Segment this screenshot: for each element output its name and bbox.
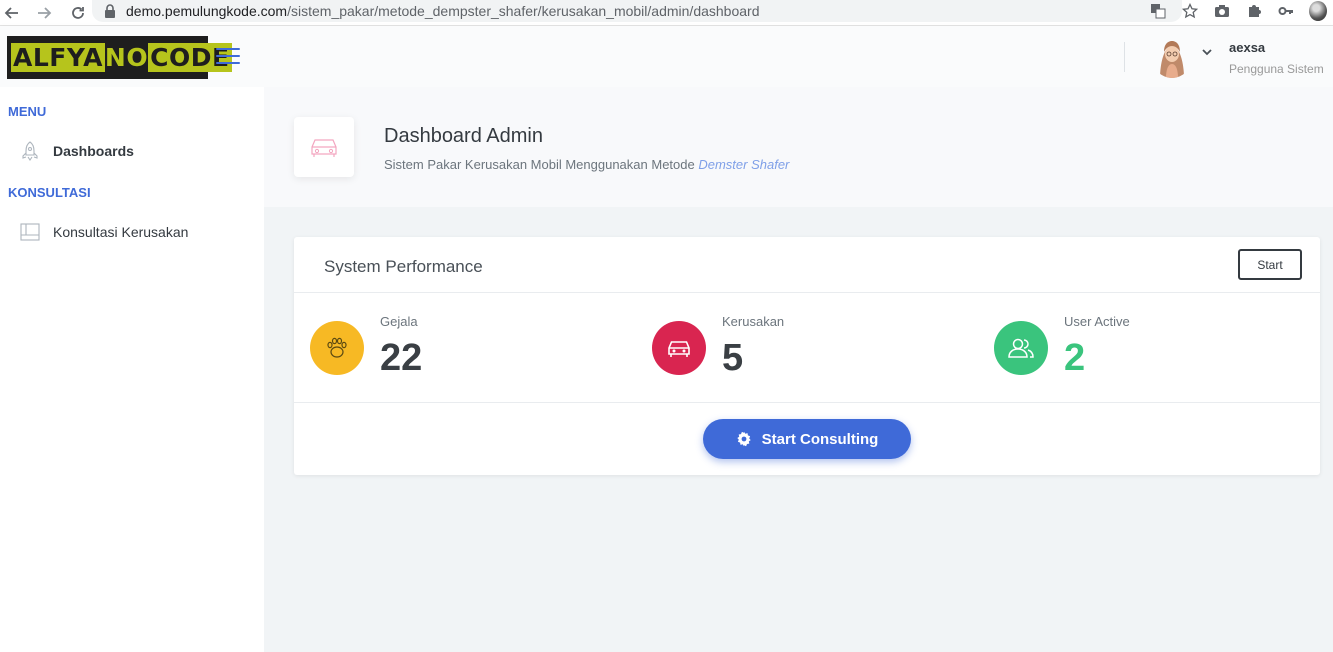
stat-value: 2 <box>1064 337 1086 379</box>
profile-icon[interactable] <box>1309 1 1327 21</box>
card-header: System Performance Start <box>294 237 1320 293</box>
gear-icon <box>736 431 752 447</box>
start-button[interactable]: Start <box>1238 249 1302 280</box>
logo-part-2: NO <box>104 43 149 72</box>
page-subtitle-emphasis: Demster Shafer <box>698 157 790 172</box>
translate-icon[interactable] <box>1149 2 1167 20</box>
sidebar-item-label: Dashboards <box>53 143 134 159</box>
page-subtitle: Sistem Pakar Kerusakan Mobil Menggunakan… <box>384 157 789 172</box>
stat-value: 22 <box>380 337 423 379</box>
car-icon <box>652 321 706 375</box>
start-consulting-button[interactable]: Start Consulting <box>703 419 911 459</box>
user-role: Pengguna Sistem <box>1229 62 1324 76</box>
page-subtitle-text: Sistem Pakar Kerusakan Mobil Menggunakan… <box>384 157 695 172</box>
system-performance-card: System Performance Start Gejala 22 Kerus… <box>294 237 1320 475</box>
camera-icon[interactable] <box>1213 2 1231 20</box>
card-title: System Performance <box>324 257 483 276</box>
url-host: demo.pemulungkode.com <box>126 3 288 19</box>
browser-toolbar: demo.pemulungkode.com/sistem_pakar/metod… <box>0 0 1333 26</box>
lock-icon <box>104 4 116 18</box>
start-consulting-label: Start Consulting <box>761 430 879 448</box>
sidebar: MENU Dashboards KONSULTASI Konsultasi Ke… <box>0 87 264 652</box>
sidebar-item-dashboards[interactable]: Dashboards <box>18 140 134 162</box>
page-title-bar: Dashboard Admin Sistem Pakar Kerusakan M… <box>264 87 1333 207</box>
stat-label: User Active <box>1064 314 1130 329</box>
chevron-down-icon[interactable] <box>1202 48 1212 59</box>
stat-user-active: User Active 2 <box>978 293 1320 403</box>
browser-window-icon <box>18 221 42 243</box>
reload-icon[interactable] <box>66 1 90 25</box>
logo[interactable]: ALFYANOCODE <box>7 36 232 79</box>
address-bar[interactable]: demo.pemulungkode.com/sistem_pakar/metod… <box>92 0 1182 22</box>
car-icon <box>294 117 354 177</box>
users-icon <box>994 321 1048 375</box>
stat-gejala: Gejala 22 <box>294 293 636 403</box>
header-divider <box>1124 42 1125 72</box>
stat-label: Kerusakan <box>722 314 785 329</box>
paw-icon <box>310 321 364 375</box>
url-text: demo.pemulungkode.com/sistem_pakar/metod… <box>126 3 759 19</box>
forward-arrow-icon[interactable] <box>32 1 56 25</box>
stat-kerusakan: Kerusakan 5 <box>636 293 978 403</box>
stat-label: Gejala <box>380 314 418 329</box>
rocket-icon <box>18 140 42 162</box>
hamburger-menu-icon[interactable] <box>216 48 240 64</box>
browser-extensions <box>1149 0 1327 22</box>
sidebar-heading-menu: MENU <box>8 104 47 119</box>
logo-text: ALFYANOCODE <box>11 43 232 72</box>
stat-value: 5 <box>722 337 744 379</box>
app-header: ALFYANOCODE aexsa Pengguna Sistem <box>0 26 1333 87</box>
key-icon[interactable] <box>1277 2 1295 20</box>
avatar[interactable] <box>1152 36 1192 78</box>
page-title: Dashboard Admin <box>384 125 543 147</box>
back-arrow-icon[interactable] <box>0 1 24 25</box>
user-name: aexsa <box>1229 40 1266 55</box>
puzzle-extension-icon[interactable] <box>1245 2 1263 20</box>
sidebar-heading-konsultasi: KONSULTASI <box>8 185 91 200</box>
url-path: /sistem_pakar/metode_dempster_shafer/ker… <box>287 3 760 19</box>
card-footer: Start Consulting <box>294 403 1320 475</box>
sidebar-item-label: Konsultasi Kerusakan <box>53 224 189 240</box>
stats-row: Gejala 22 Kerusakan 5 User Active 2 <box>294 293 1320 403</box>
logo-part-1: ALFYA <box>11 43 105 72</box>
bookmark-star-icon[interactable] <box>1181 2 1199 20</box>
sidebar-item-konsultasi-kerusakan[interactable]: Konsultasi Kerusakan <box>18 221 188 243</box>
